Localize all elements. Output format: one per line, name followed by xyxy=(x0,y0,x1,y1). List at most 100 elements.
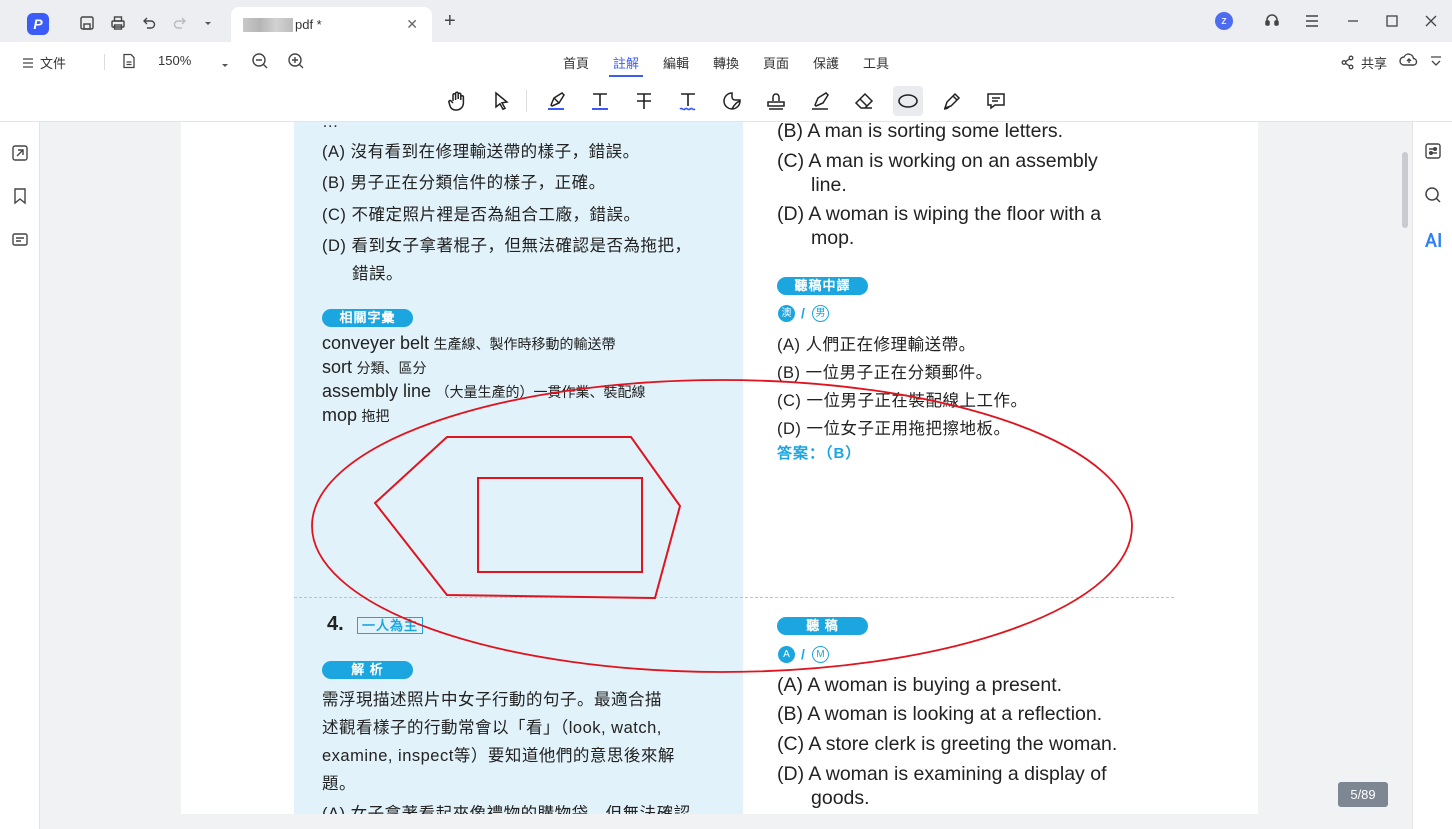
collapse-ribbon-icon[interactable] xyxy=(1429,54,1443,72)
q4-option-c: (C) A store clerk is greeting the woman. xyxy=(777,733,1118,755)
q4-option-a: (A) A woman is buying a present. xyxy=(777,674,1063,696)
analysis-text: examine, inspect等）要知道他們的意思後來解 xyxy=(322,747,675,765)
left-sidebar xyxy=(0,122,40,829)
analysis-text: 需浮現描述照片中女子行動的句子。最適合描 xyxy=(322,691,662,709)
tab-annotate[interactable]: 註解 xyxy=(608,53,644,77)
pen-tool-icon[interactable] xyxy=(937,86,967,116)
properties-panel-icon[interactable] xyxy=(1423,141,1443,161)
tab-tools[interactable]: 工具 xyxy=(863,53,889,72)
script-option-c: (C) A man is working on an assembly xyxy=(777,150,1098,172)
thumbnail-panel-icon[interactable] xyxy=(10,143,30,163)
undo-icon[interactable] xyxy=(138,12,160,34)
script-label: 聽 稿 xyxy=(777,617,868,635)
divider xyxy=(104,54,105,70)
script-option-c-cont: line. xyxy=(811,174,847,196)
script-option-b: (B) A man is sorting some letters. xyxy=(777,122,1064,142)
blurred-filename xyxy=(243,18,293,32)
tab-protect[interactable]: 保護 xyxy=(813,53,839,72)
tab-edit[interactable]: 編輯 xyxy=(663,53,689,72)
document-tab[interactable]: pdf * ✕ xyxy=(231,7,432,42)
explanation-option-b: (B) 男子正在分類信件的樣子，正確。 xyxy=(322,174,606,192)
close-window-icon[interactable] xyxy=(1421,11,1441,31)
translation-option-c: (C) 一位男子正在裝配線上工作。 xyxy=(777,392,1028,410)
zoom-in-icon[interactable] xyxy=(287,52,305,75)
page-indicator[interactable]: 5/89 xyxy=(1338,782,1388,807)
script-option-d: (D) A woman is wiping the floor with a xyxy=(777,203,1102,225)
new-tab-icon[interactable]: + xyxy=(444,10,456,33)
right-sidebar xyxy=(1412,122,1452,829)
analysis-text: 述觀看樣子的行動常會以「看」（look, watch, xyxy=(322,719,662,737)
file-menu-label: 文件 xyxy=(40,56,67,71)
underline-tool-icon[interactable] xyxy=(585,86,615,116)
minimize-icon[interactable] xyxy=(1343,11,1363,31)
save-icon[interactable] xyxy=(76,12,98,34)
vocab-label: 相關字彙 xyxy=(322,309,413,327)
gender-badge: 男 xyxy=(812,305,829,322)
quick-access-dropdown-icon[interactable] xyxy=(197,12,219,34)
maximize-icon[interactable] xyxy=(1382,11,1402,31)
tab-title: pdf * xyxy=(295,17,322,32)
hamburger-icon xyxy=(23,57,33,68)
question-tag: 一人為主 xyxy=(357,617,424,634)
print-icon[interactable] xyxy=(107,12,129,34)
pdf-page[interactable]: … (A) 沒有看到在修理輸送帶的樣子，錯誤。 (B) 男子正在分類信件的樣子，… xyxy=(181,122,1258,814)
search-icon[interactable] xyxy=(1423,185,1443,205)
comment-panel-icon[interactable] xyxy=(10,230,30,250)
explanation-option-d: (D) 看到女子拿著棍子，但無法確認是否為拖把， xyxy=(322,237,692,255)
menu-icon[interactable] xyxy=(1302,11,1322,31)
q4-option-d: (D) A woman is examining a display of xyxy=(777,763,1107,785)
close-tab-icon[interactable]: ✕ xyxy=(406,16,418,33)
explanation-option-a: (A) 沒有看到在修理輸送帶的樣子，錯誤。 xyxy=(322,143,640,161)
translation-option-d: (D) 一位女子正用拖把擦地板。 xyxy=(777,420,1011,438)
redo-icon[interactable] xyxy=(169,12,191,34)
area-highlight-tool-icon[interactable] xyxy=(805,86,835,116)
slash: / xyxy=(801,646,805,662)
bookmark-panel-icon[interactable] xyxy=(10,186,30,206)
script-option-d-cont: mop. xyxy=(811,227,855,249)
q4-option-b: (B) A woman is looking at a reflection. xyxy=(777,703,1103,725)
accent-badge: 澳 xyxy=(778,305,795,322)
stamp-tool-icon[interactable] xyxy=(761,86,791,116)
translation-label: 聽稿中譯 xyxy=(777,277,868,295)
tab-page[interactable]: 頁面 xyxy=(763,53,789,72)
vertical-scrollbar[interactable] xyxy=(1402,152,1408,228)
analysis-label: 解 析 xyxy=(322,661,413,679)
squiggly-underline-tool-icon[interactable] xyxy=(673,86,703,116)
translation-option-a: (A) 人們正在修理輸送帶。 xyxy=(777,336,976,354)
cloud-upload-icon[interactable] xyxy=(1399,52,1419,73)
annotation-toolbar xyxy=(0,80,1452,122)
hand-tool-icon[interactable] xyxy=(442,86,472,116)
explanation-column xyxy=(294,122,743,814)
slash: / xyxy=(801,305,805,321)
ellipse-tool-icon[interactable] xyxy=(893,86,923,116)
page-fit-icon[interactable] xyxy=(121,53,137,74)
vocab-item: assembly line （大量生產的）一貫作業、裝配線 xyxy=(322,381,646,401)
comment-tool-icon[interactable] xyxy=(981,86,1011,116)
q4-option-d-cont: goods. xyxy=(811,787,870,809)
ai-assistant-icon[interactable] xyxy=(1423,230,1443,250)
file-menu-button[interactable]: 文件 xyxy=(22,53,66,72)
share-icon xyxy=(1341,55,1354,70)
title-bar: P pdf * ✕ + z xyxy=(0,0,1452,42)
highlight-tool-icon[interactable] xyxy=(541,86,571,116)
explanation-option-c: (C) 不確定照片裡是否為組合工廠，錯誤。 xyxy=(322,206,641,224)
cut-off-line: … xyxy=(322,122,339,131)
tab-home[interactable]: 首頁 xyxy=(563,53,589,72)
zoom-out-icon[interactable] xyxy=(251,52,269,75)
support-icon[interactable] xyxy=(1262,11,1282,31)
analysis-text: 題。 xyxy=(322,775,356,793)
answer-text: 答案：（B） xyxy=(777,445,862,462)
eraser-tool-icon[interactable] xyxy=(849,86,879,116)
accent-badge: A xyxy=(778,646,795,663)
select-tool-icon[interactable] xyxy=(486,86,516,116)
share-button[interactable]: 共享 xyxy=(1340,53,1387,72)
avatar[interactable]: z xyxy=(1215,12,1233,30)
zoom-level[interactable]: 150% xyxy=(158,53,191,68)
zoom-dropdown-icon[interactable] xyxy=(220,57,230,75)
vocab-item: conveyer belt 生產線、製作時移動的輸送帶 xyxy=(322,333,616,353)
sticky-note-tool-icon[interactable] xyxy=(717,86,747,116)
tab-convert[interactable]: 轉換 xyxy=(713,53,739,72)
vocab-item: mop 拖把 xyxy=(322,405,390,425)
question-number: 4. xyxy=(327,613,344,635)
strikethrough-tool-icon[interactable] xyxy=(629,86,659,116)
